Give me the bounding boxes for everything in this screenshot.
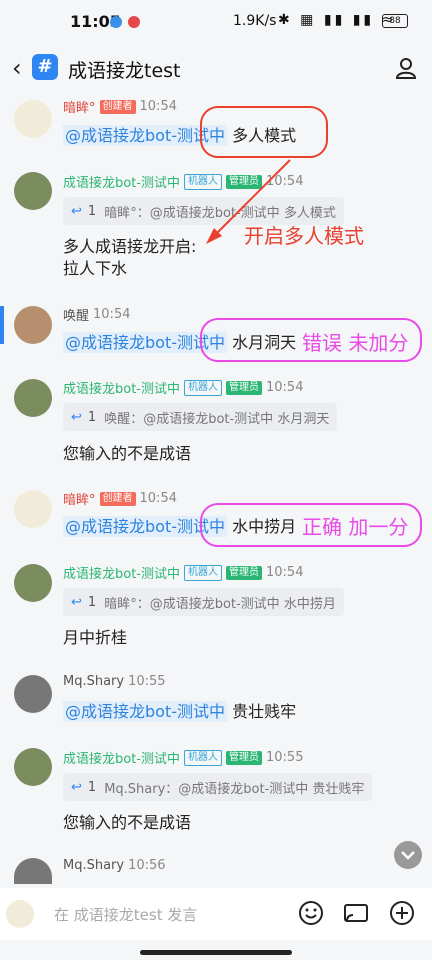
message-body: @成语接龙bot-测试中 贵壮贱牢 <box>63 698 296 722</box>
sender-name[interactable]: 成语接龙bot-测试中 <box>63 563 180 582</box>
reply-quote[interactable]: ↩ 1 暗眸°：@成语接龙bot-测试中 水中捞月 <box>63 588 344 616</box>
message-time: 10:55 <box>128 674 166 689</box>
reply-icon: ↩ <box>71 594 82 610</box>
annotation-label: 错误 未加分 <box>302 331 409 355</box>
avatar[interactable] <box>14 100 52 138</box>
message-text: 您输入的不是成语 <box>63 813 192 832</box>
back-icon[interactable]: ‹ <box>12 54 22 82</box>
sender-name[interactable]: 成语接龙bot-测试中 <box>63 748 180 767</box>
bot-badge: 机器人 <box>184 379 222 396</box>
reply-count: 1 <box>87 203 97 219</box>
status-bar: 11:05 1.9K/s ✱ ▦ ▮▮ ▮▮ ≈ 88 <box>0 0 432 44</box>
mention-link[interactable]: @成语接龙bot-测试中 <box>63 701 227 722</box>
admin-badge: 管理员 <box>226 565 262 580</box>
scroll-down-button[interactable] <box>394 841 422 869</box>
sender-name[interactable]: 成语接龙bot-测试中 <box>63 172 180 191</box>
app-notification-icon <box>110 16 122 28</box>
active-indicator <box>0 306 4 344</box>
channel-hash-icon: # <box>32 54 58 80</box>
annotation-label: 开启多人模式 <box>244 224 364 248</box>
admin-badge: 管理员 <box>226 380 262 395</box>
annotation-circle-red <box>200 106 328 158</box>
avatar[interactable] <box>14 858 52 884</box>
message-time: 10:54 <box>266 174 304 189</box>
avatar[interactable] <box>14 675 52 713</box>
screen-share-icon[interactable] <box>343 900 369 926</box>
add-icon[interactable] <box>389 900 415 926</box>
message-input[interactable]: 在 成语接龙test 发言 <box>54 904 197 925</box>
reply-count: 1 <box>87 409 97 425</box>
network-speed: 1.9K/s <box>233 13 277 29</box>
message-time: 10:54 <box>139 491 177 506</box>
sender-name[interactable]: 暗眸° <box>63 489 96 508</box>
channel-title[interactable]: 成语接龙test <box>68 56 181 83</box>
message-text: 贵壮贱牢 <box>227 702 297 721</box>
reply-text: Mq.Shary：@成语接龙bot-测试中 贵壮贱牢 <box>104 781 365 797</box>
admin-badge: 管理员 <box>226 174 262 189</box>
chevron-down-icon <box>401 851 415 860</box>
bot-badge: 机器人 <box>184 749 222 766</box>
avatar[interactable] <box>14 490 52 528</box>
avatar[interactable] <box>14 748 52 786</box>
home-indicator <box>140 950 292 955</box>
reply-count: 1 <box>87 779 97 795</box>
input-bar: 在 成语接龙test 发言 <box>0 888 432 940</box>
creator-badge: 创建者 <box>99 99 136 114</box>
member-icon[interactable] <box>394 56 418 80</box>
reply-icon: ↩ <box>71 203 82 219</box>
message-text: 您输入的不是成语 <box>63 444 192 463</box>
reply-quote[interactable]: ↩ 1 Mq.Shary：@成语接龙bot-测试中 贵壮贱牢 <box>63 773 373 801</box>
admin-badge: 管理员 <box>226 750 262 765</box>
message-time: 10:54 <box>266 380 304 395</box>
message-time: 10:56 <box>128 858 166 873</box>
message-text: 拉人下水 <box>63 259 128 278</box>
chat-header: ‹ # 成语接龙test <box>0 44 432 92</box>
sender-name[interactable]: 暗眸° <box>63 97 96 116</box>
app-notification-icon-2 <box>128 16 140 28</box>
sender-name[interactable]: Mq.Shary <box>63 674 124 689</box>
reply-icon: ↩ <box>71 409 82 425</box>
reply-text: 唤醒：@成语接龙bot-测试中 水月洞天 <box>104 411 330 427</box>
reply-icon: ↩ <box>71 779 82 795</box>
annotation-label: 正确 加一分 <box>302 515 409 539</box>
sender-name[interactable]: Mq.Shary <box>63 858 124 873</box>
status-icons: ✱ ▦ ▮▮ ▮▮ ≈ <box>278 12 397 28</box>
avatar[interactable] <box>14 379 52 417</box>
sender-name[interactable]: 成语接龙bot-测试中 <box>63 378 180 397</box>
bot-badge: 机器人 <box>184 564 222 581</box>
reply-text: 暗眸°：@成语接龙bot-测试中 多人模式 <box>104 205 336 221</box>
sender-name[interactable]: 唤醒 <box>63 305 89 324</box>
bot-badge: 机器人 <box>184 173 222 190</box>
message-time: 10:54 <box>266 565 304 580</box>
message-text: 月中折桂 <box>63 628 128 647</box>
emoji-icon[interactable] <box>298 900 324 926</box>
reply-quote[interactable]: ↩ 1 唤醒：@成语接龙bot-测试中 水月洞天 <box>63 403 338 431</box>
creator-badge: 创建者 <box>99 491 136 506</box>
avatar[interactable] <box>14 172 52 210</box>
message-time: 10:55 <box>266 750 304 765</box>
message-time: 10:54 <box>93 307 131 322</box>
message-text: 多人成语接龙开启: <box>63 237 197 256</box>
reply-count: 1 <box>87 594 97 610</box>
battery-icon: 88 <box>382 14 408 28</box>
avatar[interactable] <box>14 564 52 602</box>
reply-text: 暗眸°：@成语接龙bot-测试中 水中捞月 <box>104 596 336 612</box>
message-time: 10:54 <box>139 99 177 114</box>
avatar[interactable] <box>14 306 52 344</box>
self-avatar[interactable] <box>6 900 34 928</box>
